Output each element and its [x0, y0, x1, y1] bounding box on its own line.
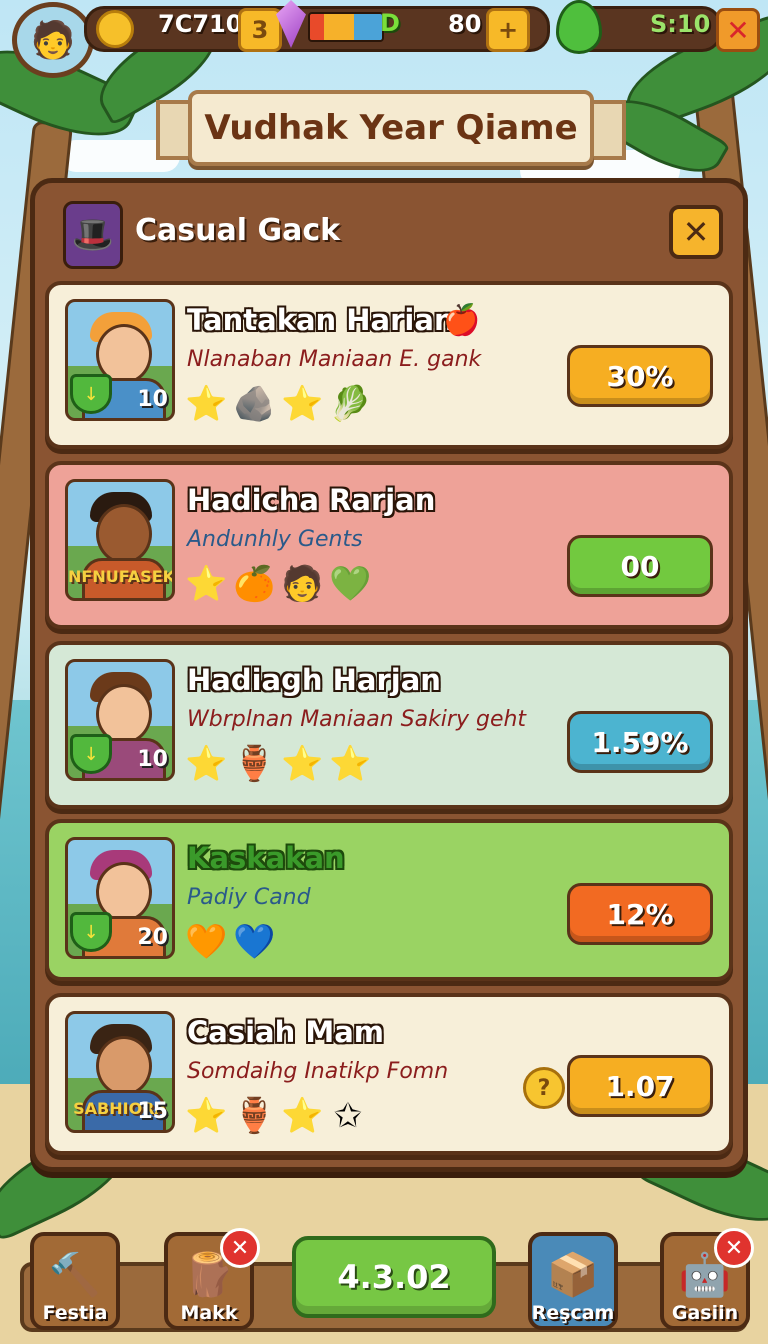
task-subtitle: Andunhly Gents [187, 527, 363, 552]
character-level: 20 [137, 925, 168, 950]
coin-count: 7C710 [158, 10, 243, 38]
character-level: 15 [137, 1099, 168, 1124]
star-icon: ⭐ [185, 384, 228, 424]
festia-label: Festia [42, 1302, 108, 1324]
add-energy-button[interactable]: + [486, 8, 530, 52]
hammer-icon: 🔨 [48, 1250, 102, 1299]
reward-icons: ⭐ 🏺 ⭐ ⭐ [185, 744, 372, 784]
timer-text: S:10 [650, 10, 711, 38]
star-icon: ⭐ [185, 744, 228, 784]
energy-segment [354, 14, 382, 40]
star-icon: ⭐ [281, 1096, 324, 1136]
character-portrait: NFNUFASEK [65, 479, 175, 601]
treasure-pot-icon: 🏺 [233, 744, 276, 784]
character-portrait: ↓ 10 [65, 659, 175, 781]
task-title: Tantakan Harian [187, 303, 455, 337]
silver-star-icon: ✩ [333, 1096, 363, 1136]
character-level: 10 [137, 387, 168, 412]
energy-segment [324, 14, 354, 40]
star-icon: ⭐ [185, 564, 228, 604]
gasiin-label: Gasiin [671, 1302, 739, 1324]
makk-label: Makk [180, 1302, 238, 1324]
task-card[interactable]: ↓ 10 Tantakan Harian 🍎 Nlanaban Maniaan … [45, 281, 733, 449]
progress-button[interactable]: 30% [567, 345, 713, 407]
green-gem-icon: 💚 [329, 564, 372, 604]
coin-icon [96, 10, 134, 48]
character-hat-icon: 🎩 [63, 201, 123, 269]
rescam-button[interactable]: 📦 Reşcam [528, 1232, 618, 1330]
task-card[interactable]: SABHIORA 15 Casiah Mam Somdaihg Inatikp … [45, 993, 733, 1155]
character-level: 10 [137, 747, 168, 772]
star-icon: ⭐ [329, 744, 372, 784]
speaker-box-icon: 📦 [546, 1250, 600, 1299]
hint-coin-icon[interactable]: ? [523, 1067, 565, 1109]
shield-badge-icon: ↓ [70, 374, 112, 414]
task-subtitle: Padiy Cand [187, 885, 311, 910]
task-panel: 🎩 Casual Gack ✕ ↓ 10 Tantakan Harian 🍎 N… [30, 178, 748, 1172]
energy-value: 80 [448, 10, 482, 38]
progress-button[interactable]: 00 [567, 535, 713, 597]
star-icon: ⭐ [185, 1096, 228, 1136]
shield-badge-icon: ↓ [70, 734, 112, 774]
portrait-sign-text: NFNUFASEK [68, 567, 175, 586]
orange-fruit-icon: 🍊 [233, 564, 276, 604]
panel-close-button[interactable]: ✕ [669, 205, 723, 259]
character-portrait: ↓ 20 [65, 837, 175, 959]
shield-badge-icon: ↓ [70, 912, 112, 952]
stone-icon: 🪨 [233, 384, 276, 424]
reward-icons: ⭐ 🪨 ⭐ 🥬 [185, 384, 372, 424]
task-subtitle: Nlanaban Maniaan E. gank [187, 347, 482, 372]
leaf-bundle-icon: 🥬 [329, 384, 372, 424]
task-title: Kaskakan [187, 841, 345, 875]
close-game-button[interactable]: ✕ [716, 8, 760, 52]
panel-title: Casual Gack [135, 213, 341, 248]
task-title: Casiah Mam [187, 1015, 385, 1049]
character-portrait: ↓ 10 [65, 299, 175, 421]
energy-letter: D [380, 9, 400, 37]
heart-icon: 🧡 [185, 922, 228, 962]
close-badge-icon[interactable]: ✕ [220, 1228, 260, 1268]
task-title: Hadiagh Harjan [187, 663, 441, 697]
face-shape [96, 504, 152, 564]
player-avatar[interactable]: 🧑 [12, 2, 94, 78]
heart-icon: 💙 [233, 922, 276, 962]
reward-icons: ⭐ 🏺 ⭐ ✩ [185, 1097, 367, 1135]
task-card[interactable]: ↓ 10 Hadiagh Harjan Wbrplnan Maniaan Sak… [45, 641, 733, 809]
title-banner: Vudhak Year Qiame [188, 90, 594, 166]
progress-button[interactable]: 12% [567, 883, 713, 945]
star-icon: ⭐ [281, 384, 324, 424]
energy-segment [310, 14, 324, 40]
reward-icons: 🧡 💙 [185, 922, 276, 962]
rescam-label: Reşcam [531, 1302, 615, 1324]
coin-level-badge[interactable]: 3 [238, 8, 282, 52]
banner-title: Vudhak Year Qiame [204, 108, 578, 148]
close-badge-icon[interactable]: ✕ [714, 1228, 754, 1268]
star-icon: ⭐ [281, 744, 324, 784]
bottom-toolbar: 🔨 Festia 🪵 Makk ✕ 4.3.02 📦 Reşcam 🤖 Gasi… [0, 1222, 768, 1344]
top-resource-bar: 🧑 7C710 3 D 80 + S:10 ✕ [0, 0, 768, 78]
face-shape [96, 1036, 152, 1096]
reward-icons: ⭐ 🍊 🧑 💚 [185, 564, 372, 604]
energy-meter [308, 12, 384, 42]
task-card[interactable]: NFNUFASEK Hadicha Rarjan Andunhly Gents … [45, 461, 733, 629]
character-portrait: SABHIORA 15 [65, 1011, 175, 1133]
task-card[interactable]: ↓ 20 Kaskakan Padiy Cand 🧡 💙 12% [45, 819, 733, 981]
progress-button[interactable]: 1.07 [567, 1055, 713, 1117]
center-action-button[interactable]: 4.3.02 [292, 1236, 496, 1318]
apple-icon: 🍎 [443, 303, 481, 338]
task-subtitle: Somdaihg Inatikp Fomn [187, 1059, 449, 1084]
progress-button[interactable]: 1.59% [567, 711, 713, 773]
villager-icon: 🧑 [281, 564, 324, 604]
task-title: Hadicha Rarjan [187, 483, 436, 517]
task-subtitle: Wbrplnan Maniaan Sakiry geht [187, 707, 527, 732]
festia-button[interactable]: 🔨 Festia [30, 1232, 120, 1330]
treasure-pot-icon: 🏺 [233, 1096, 276, 1136]
